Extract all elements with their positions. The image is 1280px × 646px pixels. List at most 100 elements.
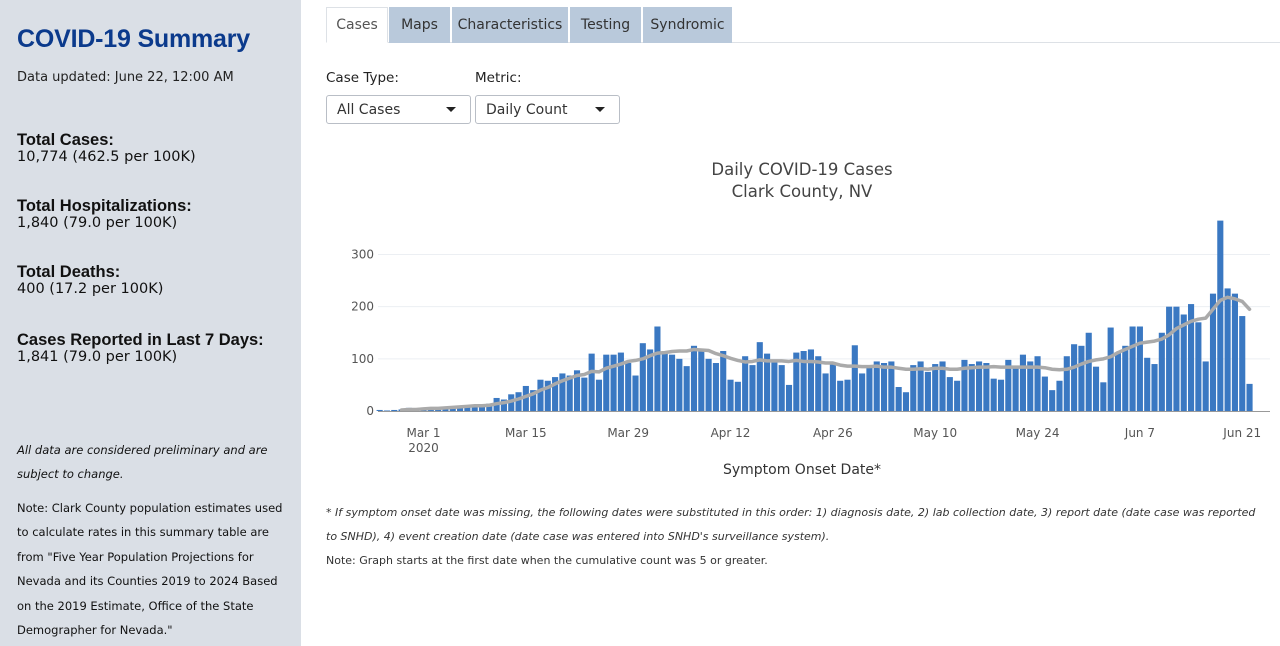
bar xyxy=(1049,390,1056,411)
bar xyxy=(376,409,383,411)
bar xyxy=(829,363,836,411)
bar xyxy=(749,365,756,411)
stat-value: 1,841 (79.0 per 100K) xyxy=(17,349,178,365)
x-tick-label: 2020 xyxy=(408,441,439,455)
bar xyxy=(669,354,676,411)
bar xyxy=(1078,345,1085,411)
bar xyxy=(383,410,391,411)
bar xyxy=(983,363,990,411)
data-updated-text: Data updated: June 22, 12:00 AM xyxy=(17,70,234,85)
bar xyxy=(910,365,917,411)
bar xyxy=(537,379,544,411)
stat-label: Total Cases: xyxy=(17,131,114,149)
case-type-label: Case Type: xyxy=(326,70,399,86)
stat-value: 10,774 (462.5 per 100K) xyxy=(17,149,196,165)
bar xyxy=(720,351,727,411)
bar xyxy=(1114,352,1122,411)
tab-maps[interactable]: Maps xyxy=(389,7,450,43)
bar xyxy=(859,373,866,411)
preliminary-note: All data are considered preliminary and … xyxy=(17,443,268,481)
tab-characteristics[interactable]: Characteristics xyxy=(452,7,568,43)
bar xyxy=(1224,288,1231,411)
bar xyxy=(932,364,939,411)
bar xyxy=(1100,382,1107,411)
bar xyxy=(1173,306,1180,411)
bar xyxy=(946,377,953,411)
x-tick-label: Apr 26 xyxy=(813,426,853,440)
bar xyxy=(639,343,646,411)
bar xyxy=(1158,332,1165,411)
bar xyxy=(654,326,661,411)
case-type-select[interactable]: All Cases xyxy=(326,95,471,124)
bar xyxy=(610,354,617,411)
bar xyxy=(822,373,829,411)
bar xyxy=(1092,366,1100,411)
bar xyxy=(625,363,632,411)
bar xyxy=(1217,220,1224,411)
bar xyxy=(1136,326,1143,411)
bar xyxy=(1056,380,1063,411)
bar xyxy=(807,349,814,411)
chart-x-axis: Mar 12020 Mar 15 Mar 29 Apr 12 Apr 26 May 10 M… xyxy=(406,426,1261,455)
bar xyxy=(1202,361,1209,411)
chart-subtitle: Clark County, NV xyxy=(732,182,873,201)
population-note: Note: Clark County population estimates … xyxy=(17,501,283,638)
summary-sidebar: COVID-19 Summary Data updated: June 22, … xyxy=(0,0,301,646)
tab-bar: Cases Maps Characteristics Testing Syndr… xyxy=(326,7,1280,43)
bar xyxy=(771,361,778,411)
case-type-value: All Cases xyxy=(337,102,401,118)
bar xyxy=(873,361,880,411)
metric-select[interactable]: Daily Count xyxy=(475,95,620,124)
graph-start-note: Note: Graph starts at the first date whe… xyxy=(326,554,768,567)
chart-x-axis-label: Symptom Onset Date* xyxy=(723,462,881,478)
bar xyxy=(924,371,931,411)
chart-title: Daily COVID-19 Cases xyxy=(711,160,892,179)
bar xyxy=(742,356,749,411)
bar xyxy=(1151,364,1158,411)
bar xyxy=(990,378,997,411)
bar xyxy=(734,381,741,411)
x-tick-label: Jun 21 xyxy=(1222,426,1261,440)
bar xyxy=(1180,314,1187,411)
stat-value: 400 (17.2 per 100K) xyxy=(17,281,164,297)
symptom-onset-footnote: * If symptom onset date was missing, the… xyxy=(326,506,1256,543)
tab-syndromic[interactable]: Syndromic xyxy=(643,7,732,43)
tab-testing[interactable]: Testing xyxy=(570,7,641,43)
bar xyxy=(997,379,1005,411)
bar xyxy=(844,379,851,411)
x-tick-label: Jun 7 xyxy=(1124,426,1155,440)
bar xyxy=(1019,354,1026,411)
bar xyxy=(895,387,902,411)
daily-cases-chart: Daily COVID-19 Cases Clark County, NV 0 1… xyxy=(351,160,1270,478)
bar xyxy=(1246,383,1253,411)
bar xyxy=(705,358,712,411)
bar xyxy=(778,365,785,411)
bar xyxy=(712,363,719,411)
bar xyxy=(617,352,624,411)
bar xyxy=(698,351,705,411)
bar xyxy=(851,345,858,411)
bar xyxy=(1012,366,1019,411)
x-tick-label: Mar 15 xyxy=(505,426,547,440)
x-tick-label: Mar 29 xyxy=(607,426,649,440)
bar xyxy=(1063,356,1070,411)
bar xyxy=(866,365,873,411)
bar xyxy=(690,345,698,411)
bar xyxy=(837,380,844,411)
x-tick-label: Apr 12 xyxy=(711,426,751,440)
stat-label: Cases Reported in Last 7 Days: xyxy=(17,331,264,349)
bar xyxy=(815,356,822,411)
chevron-down-icon xyxy=(595,107,605,112)
y-tick-label: 300 xyxy=(351,248,374,262)
bar xyxy=(391,409,398,411)
bar xyxy=(1107,327,1114,411)
bar xyxy=(1239,316,1246,411)
bar xyxy=(683,366,690,411)
stat-label: Total Hospitalizations: xyxy=(17,197,192,215)
bar xyxy=(1041,376,1048,411)
bar xyxy=(566,375,573,411)
tab-cases[interactable]: Cases xyxy=(326,7,388,43)
chart-bars xyxy=(376,220,1253,411)
stat-cases-last-7-days: Cases Reported in Last 7 Days: 1,841 (79… xyxy=(17,331,264,366)
bar xyxy=(902,392,910,411)
